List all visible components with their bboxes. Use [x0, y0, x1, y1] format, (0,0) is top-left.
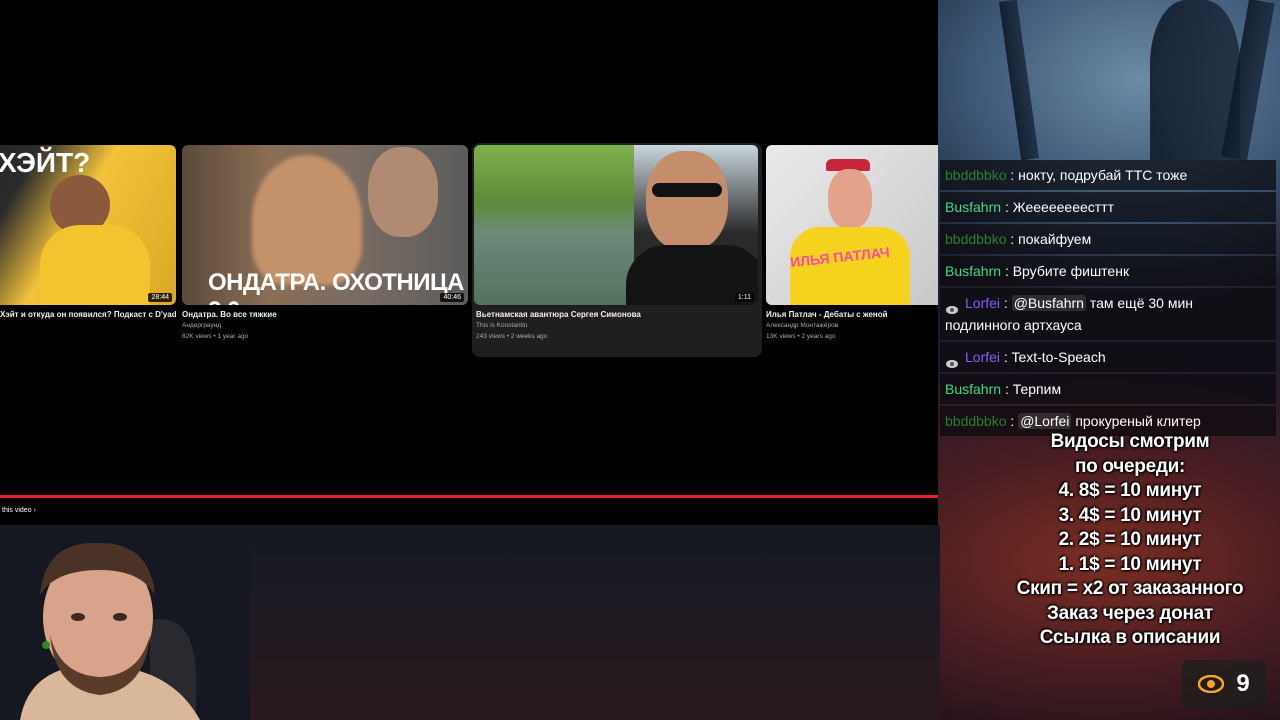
chat-message: Busfahrn : Жеееееееесттт — [940, 192, 1276, 222]
video-meta: 13K views • 2 years ago — [766, 333, 836, 340]
chat-text: прокуреный клитер — [1075, 413, 1201, 429]
user-badge-icon — [945, 299, 959, 315]
user-badge-icon — [945, 353, 959, 369]
video-title[interactable]: Илья Патлач - Дебаты с женой — [766, 310, 938, 319]
watch-this-video-link[interactable]: this video › — [2, 507, 36, 514]
video-duration: 28:44 — [148, 293, 172, 302]
chat-text: : покайфуем — [1010, 231, 1092, 247]
person-head — [646, 151, 728, 251]
chat-text: : Text-to-Speach — [1003, 349, 1106, 365]
chat-username[interactable]: bbddbbko — [945, 231, 1007, 247]
rules-line: 1. 1$ = 10 минут — [1058, 553, 1202, 575]
chat-mention[interactable]: @Busfahrn — [1011, 295, 1086, 311]
video-duration: 1:11 — [734, 293, 754, 302]
rules-line: 2. 2$ = 10 минут — [1058, 529, 1202, 550]
chat-text: : Терпим — [1004, 381, 1062, 397]
video-progress-bar[interactable] — [0, 495, 938, 498]
video-thumbnail[interactable]: 1:11 — [474, 145, 758, 305]
video-title[interactable]: Ондатра. Во все тяжкие — [182, 310, 468, 319]
video-duration: 40:46 — [440, 293, 464, 302]
video-channel[interactable]: This is Konstantin — [476, 321, 758, 330]
rules-line: Видосы смотрим — [1050, 431, 1210, 452]
tree-trunk — [998, 0, 1040, 161]
video-title[interactable]: Вьетнамская авантюра Сергея Симонова — [476, 310, 758, 319]
video-card[interactable]: 1:11 Вьетнамская авантюра Сергея Симонов… — [472, 143, 762, 357]
eye-icon — [1198, 675, 1225, 693]
person-head — [368, 147, 438, 237]
viewer-count-widget: 9 — [1182, 660, 1266, 708]
chat-username[interactable]: Busfahrn — [945, 199, 1001, 215]
queue-rules-overlay: Видосы смотрим по очереди: 4. 8$ = 10 мину… — [990, 430, 1270, 651]
rules-line: Ссылка в описании — [1039, 627, 1221, 648]
chat-text: : Жеееееееесттт — [1004, 199, 1114, 215]
rules-line: Скип = x2 от заказанного — [1016, 578, 1244, 599]
streamer-webcam — [0, 525, 250, 720]
video-card[interactable]: ОНДАТРА. ОХОТНИЦА 2.0 40:46 Ондатра. Во … — [182, 145, 468, 341]
chat-username[interactable]: Lorfei — [965, 295, 1000, 311]
chat-panel: bbddbbko : нокту, подрубай ТТС тоже Busfa… — [940, 160, 1276, 438]
blurred-face — [252, 155, 362, 285]
rules-line: 3. 4$ = 10 минут — [1058, 504, 1202, 526]
person-shirt — [40, 225, 150, 305]
chat-username[interactable]: Lorfei — [965, 349, 1000, 365]
chat-username[interactable]: bbddbbko — [945, 413, 1007, 429]
chat-username[interactable]: bbddbbko — [945, 167, 1007, 183]
chat-message: Lorfei : Text-to-Speach — [940, 342, 1276, 372]
chat-message: bbddbbko : покайфуем — [940, 224, 1276, 254]
video-meta: 82K views • 1 year ago — [182, 333, 249, 340]
rules-line: по очереди: — [1074, 455, 1186, 477]
video-title[interactable]: Хэйт и откуда он появился? Подкаст с D'y… — [0, 310, 176, 319]
person-head — [828, 169, 872, 229]
rules-line: 4. 8$ = 10 минут — [1058, 480, 1202, 501]
video-meta: 243 views • 2 weeks ago — [476, 333, 548, 340]
chat-message: bbddbbko : нокту, подрубай ТТС тоже — [940, 160, 1276, 190]
rules-line: Заказ через донат — [1047, 602, 1213, 624]
sunglasses — [652, 183, 722, 197]
chat-message: Busfahrn : Врубите фиштенк — [940, 256, 1276, 286]
chat-message: Lorfei : @Busfahrn там ещё 30 мин подлин… — [940, 288, 1276, 340]
video-channel[interactable]: Андерграунд — [182, 321, 468, 330]
chat-text: : нокту, подрубай ТТС тоже — [1010, 167, 1188, 183]
earphone — [42, 641, 50, 649]
chat-username[interactable]: Busfahrn — [945, 263, 1001, 279]
video-channel[interactable]: Александр Монтажёров — [766, 321, 938, 330]
thumbnail-overlay-text: ОНДАТРА. ОХОТНИЦА 2.0 — [208, 269, 464, 305]
chat-message: Busfahrn : Терпим — [940, 374, 1276, 404]
youtube-end-screen: ХЭЙТ? 28:44 Хэйт и откуда он появился? П… — [0, 0, 938, 525]
chat-mention[interactable]: @Lorfei — [1018, 413, 1072, 429]
video-thumbnail[interactable]: ХЭЙТ? 28:44 — [0, 145, 176, 305]
video-card[interactable]: ИЛЬЯ ПАТЛАЧ Илья Патлач - Дебаты с женой… — [766, 145, 938, 341]
viewer-count: 9 — [1236, 670, 1250, 697]
chat-text: : Врубите фиштенк — [1004, 263, 1130, 279]
chat-username[interactable]: Busfahrn — [945, 381, 1001, 397]
video-card[interactable]: ХЭЙТ? 28:44 Хэйт и откуда он появился? П… — [0, 145, 176, 319]
video-thumbnail[interactable]: ОНДАТРА. ОХОТНИЦА 2.0 40:46 — [182, 145, 468, 305]
video-thumbnail[interactable]: ИЛЬЯ ПАТЛАЧ — [766, 145, 938, 305]
